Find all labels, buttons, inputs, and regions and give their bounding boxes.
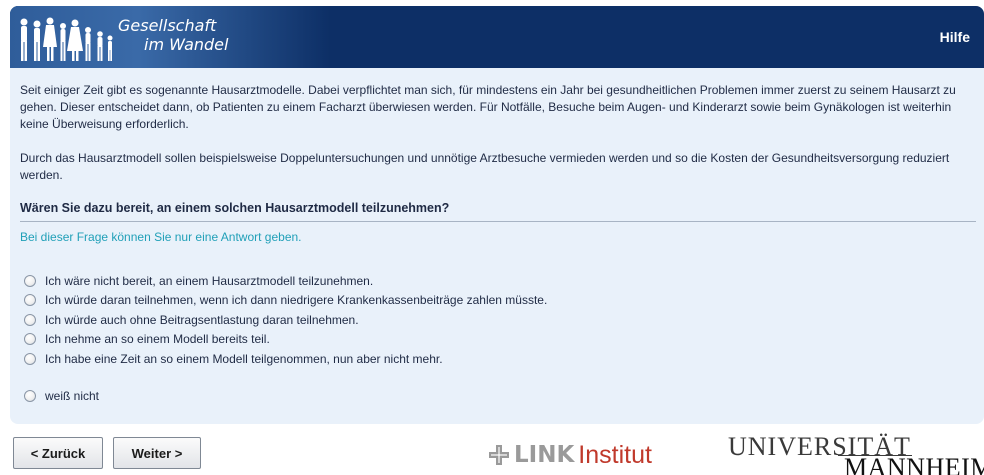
help-link[interactable]: Hilfe xyxy=(940,29,970,45)
answer-option[interactable]: Ich nehme an so einem Modell bereits tei… xyxy=(24,330,547,350)
dont-know-option[interactable]: weiß nicht xyxy=(24,386,99,406)
uni-bottom-word: MANNHEIM xyxy=(844,453,984,475)
answer-option[interactable]: Ich würde daran teilnehmen, wenn ich dan… xyxy=(24,291,547,311)
question-text: Wären Sie dazu bereit, an einem solchen … xyxy=(20,201,976,222)
logo-line-2: im Wandel xyxy=(144,35,229,54)
answer-option[interactable]: Ich würde auch ohne Beitragsentlastung d… xyxy=(24,310,547,330)
answer-option-label: Ich wäre nicht bereit, an einem Hausarzt… xyxy=(45,273,374,288)
next-button[interactable]: Weiter > xyxy=(113,437,201,469)
radio-button[interactable] xyxy=(24,294,36,307)
answer-option[interactable]: Ich habe eine Zeit an so einem Modell te… xyxy=(24,349,547,369)
link-institut-logo: LINK Institut xyxy=(488,440,652,470)
answer-option[interactable]: Ich wäre nicht bereit, an einem Hausarzt… xyxy=(24,271,547,291)
radio-button[interactable] xyxy=(24,333,36,346)
answer-options: Ich wäre nicht bereit, an einem Hausarzt… xyxy=(24,271,547,369)
people-silhouettes-icon xyxy=(20,17,113,61)
radio-button[interactable] xyxy=(24,389,36,402)
answer-option-label: Ich würde auch ohne Beitragsentlastung d… xyxy=(45,312,359,327)
question-panel: Seit einiger Zeit gibt es sogenannte Hau… xyxy=(10,68,984,424)
answer-option-label: Ich nehme an so einem Modell bereits tei… xyxy=(45,332,270,347)
answer-option-label: Ich habe eine Zeit an so einem Modell te… xyxy=(45,351,443,366)
university-mannheim-logo: UNIVERSITÄT MANNHEIM xyxy=(728,432,984,475)
logo-title: Gesellschaft im Wandel xyxy=(118,16,228,54)
intro-paragraph-2: Durch das Hausarztmodell sollen beispiel… xyxy=(20,151,950,182)
intro-paragraph-1: Seit einiger Zeit gibt es sogenannte Hau… xyxy=(20,83,956,131)
logo-line-1: Gesellschaft xyxy=(118,16,217,35)
link-cross-icon xyxy=(489,445,509,465)
survey-header: Gesellschaft im Wandel Hilfe xyxy=(10,6,984,68)
answer-hint: Bei dieser Frage können Sie nur eine Ant… xyxy=(20,230,302,244)
link-institut-word: Institut xyxy=(578,440,652,469)
link-word: LINK xyxy=(514,442,575,468)
back-button[interactable]: < Zurück xyxy=(13,437,103,469)
radio-button[interactable] xyxy=(24,313,36,326)
dont-know-label: weiß nicht xyxy=(45,388,100,403)
radio-button[interactable] xyxy=(24,352,36,365)
radio-button[interactable] xyxy=(24,274,36,287)
answer-option-label: Ich würde daran teilnehmen, wenn ich dan… xyxy=(45,293,548,308)
intro-text: Seit einiger Zeit gibt es sogenannte Hau… xyxy=(20,82,970,201)
